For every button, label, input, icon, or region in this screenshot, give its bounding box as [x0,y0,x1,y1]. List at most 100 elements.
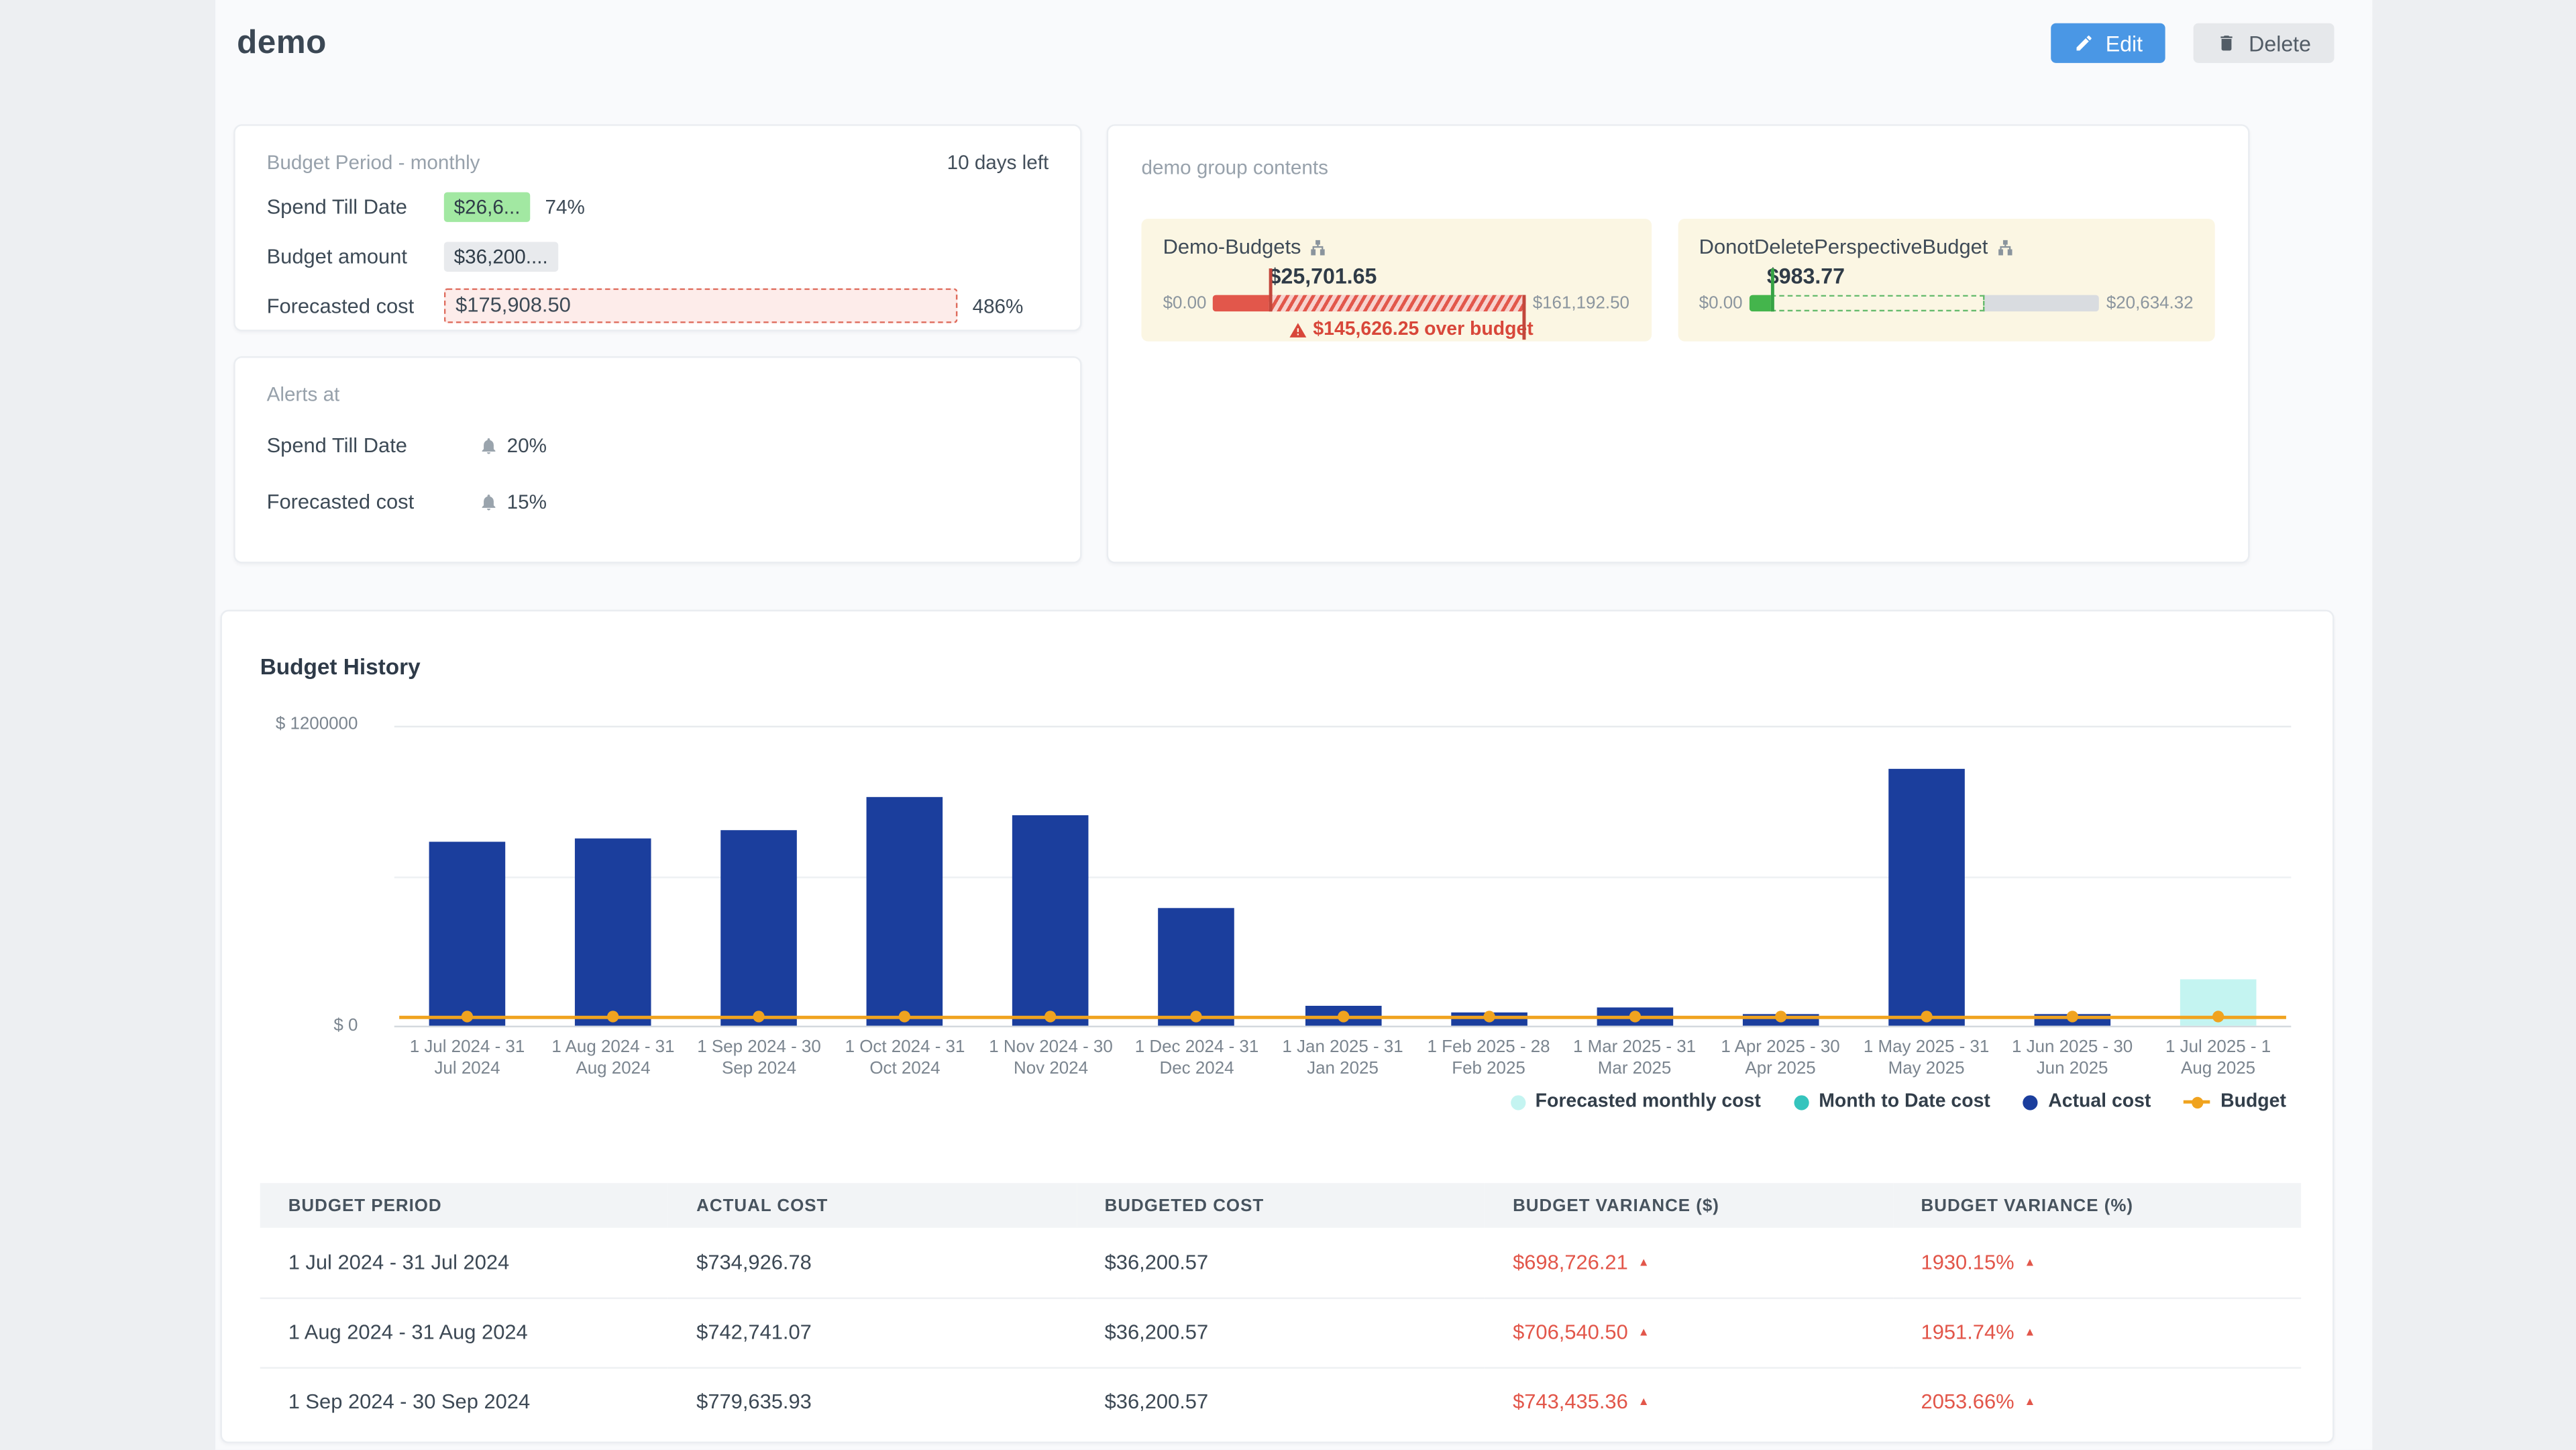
actual-cost-bar[interactable] [867,797,943,1026]
chart-column [2145,726,2292,1026]
actual-cost-cell: $742,741.07 [668,1298,1076,1367]
chart-column [1562,726,1708,1026]
y-axis-label-max: $ 1200000 [222,714,358,734]
budget-point[interactable] [462,1010,473,1021]
table-row[interactable]: 1 Aug 2024 - 31 Aug 2024$742,741.07$36,2… [260,1298,2301,1367]
alert-spend-value: 20% [507,433,547,457]
actual-cost-bar[interactable] [1888,769,1965,1026]
budget-point[interactable] [1483,1010,1494,1021]
budget-point[interactable] [2066,1010,2078,1021]
budget-period-card-header: Budget Period - monthly 10 days left [267,151,1049,174]
budget-progress-track [1213,295,1525,312]
chart-column [1270,726,1416,1026]
budget-variance-cell: $743,435.36▲ [1485,1367,1892,1437]
y-axis-label-zero: $ 0 [222,1016,358,1036]
chart-x-label: 1 Nov 2024 - 30 Nov 2024 [978,1037,1124,1080]
budget-amount-label: Budget amount [267,244,444,268]
spend-till-date-value: $26,6... [444,191,530,221]
chart-column [1999,726,2145,1026]
chart-legend: Forecasted monthly cost Month to Date cos… [1511,1092,2286,1112]
chart-column [1124,726,1270,1026]
budget-item-amount: $983.77 [1767,264,2194,289]
budget-item-demo-budgets[interactable]: Demo-Budgets $25,701.65 $0.00 [1141,219,1651,342]
budget-point[interactable] [899,1010,910,1021]
budget-point[interactable] [753,1010,765,1021]
delete-button[interactable]: Delete [2194,23,2334,63]
budget-point[interactable] [2212,1010,2224,1021]
variance-value: $706,540.50 [1513,1320,1628,1344]
main-panel: demo Edit Delete Budget Period - monthly… [215,0,2372,1450]
page-title: demo [237,24,327,62]
actual-cost-bar[interactable] [575,839,651,1026]
actual-cost-bar[interactable] [1013,815,1089,1026]
budget-period-card-title: Budget Period - monthly [267,151,480,174]
actual-cost-bar[interactable] [1159,908,1235,1025]
chart-column [540,726,686,1026]
chart-x-label: 1 Mar 2025 - 31 Mar 2025 [1562,1037,1708,1080]
budget-bar-row: $0.00 $161,192.50 [1163,293,1629,313]
chart-column [1854,726,2000,1026]
spent-segment [1749,295,1770,312]
triangle-up-icon: ▲ [2024,1397,2035,1408]
page: demo Edit Delete Budget Period - monthly… [0,0,2576,1450]
table-header-row: BUDGET PERIODACTUAL COSTBUDGETED COSTBUD… [260,1183,2301,1228]
budget-point[interactable] [1045,1010,1057,1021]
pencil-icon [2074,33,2094,53]
budget-point[interactable] [1774,1010,1786,1021]
remaining-dashed-segment [1770,295,1984,312]
budget-history-title: Budget History [260,654,421,679]
overbudget-striped-segment [1269,295,1526,312]
legend-swatch-line [2184,1100,2211,1104]
hierarchy-icon [1996,238,2015,256]
legend-label: Month to Date cost [1819,1092,1990,1112]
legend-item[interactable]: Month to Date cost [1794,1092,1990,1112]
actual-cost-bar[interactable] [721,830,798,1025]
budget-bar-max: $161,192.50 [1533,293,1629,313]
alert-forecast-value: 15% [507,490,547,513]
budget-point[interactable] [1191,1010,1202,1021]
variance-value: 1930.15% [1921,1251,2015,1274]
budget-point[interactable] [1629,1010,1640,1021]
budgeted-cost-cell: $36,200.57 [1077,1367,1485,1437]
chart-column [832,726,978,1026]
edit-button[interactable]: Edit [2051,23,2165,63]
chart-x-label: 1 Jan 2025 - 31 Jan 2025 [1270,1037,1416,1080]
budget-item-donotdelete[interactable]: DonotDeletePerspectiveBudget $983.77 $0.… [1678,219,2215,342]
budget-point[interactable] [607,1010,619,1021]
budgeted-cost-cell: $36,200.57 [1077,1298,1485,1367]
chart-x-label: 1 Dec 2024 - 31 Dec 2024 [1124,1037,1270,1080]
spend-till-date-row: Spend Till Date $26,6... 74% [267,189,1049,224]
bell-icon [479,435,499,455]
legend-item[interactable]: Budget [2184,1092,2286,1112]
budget-item-name-row: Demo-Budgets [1163,236,1629,259]
alerts-card-title: Alerts at [267,382,1049,406]
budget-progress-track [1749,295,2099,312]
budget-progress-bar[interactable] [1749,295,2099,312]
table-row[interactable]: 1 Sep 2024 - 30 Sep 2024$779,635.93$36,2… [260,1367,2301,1437]
budget-variance-pct-cell: 2053.66% ▲ [1893,1367,2302,1437]
budget-period-cell: 1 Aug 2024 - 31 Aug 2024 [260,1298,668,1367]
variance-value: 2053.66% [1921,1391,2015,1414]
hierarchy-icon [1309,238,1328,256]
budget-progress-bar[interactable] [1213,295,1525,312]
table-header-cell: BUDGET VARIANCE ($) [1485,1183,1892,1228]
actual-cost-bar[interactable] [429,842,506,1026]
budget-point[interactable] [1921,1010,1932,1021]
table-row[interactable]: 1 Jul 2024 - 31 Jul 2024$734,926.78$36,2… [260,1228,2301,1298]
forecasted-cost-row: Forecasted cost $175,908.50 486% [267,289,1049,323]
legend-item[interactable]: Forecasted monthly cost [1511,1092,1761,1112]
alert-row-spend: Spend Till Date 20% [267,427,1049,462]
spent-segment [1213,295,1269,312]
budget-variance-cell: $706,540.50▲ [1485,1298,1892,1367]
budget-item-name: Demo-Budgets [1163,236,1301,259]
budget-amount-value: $36,200.... [444,241,558,270]
legend-label: Actual cost [2048,1092,2151,1112]
trash-icon [2217,33,2237,53]
legend-item[interactable]: Actual cost [2023,1092,2151,1112]
group-contents-card: demo group contents Demo-Budgets $25,701… [1107,124,2250,563]
alert-spend-label: Spend Till Date [267,433,479,457]
budget-point[interactable] [1337,1010,1348,1021]
budget-history-card: Budget History $ 1200000 $ 0 1 Jul 2024 … [220,610,2334,1443]
edit-button-label: Edit [2106,31,2143,56]
legend-label: Forecasted monthly cost [1536,1092,1761,1112]
